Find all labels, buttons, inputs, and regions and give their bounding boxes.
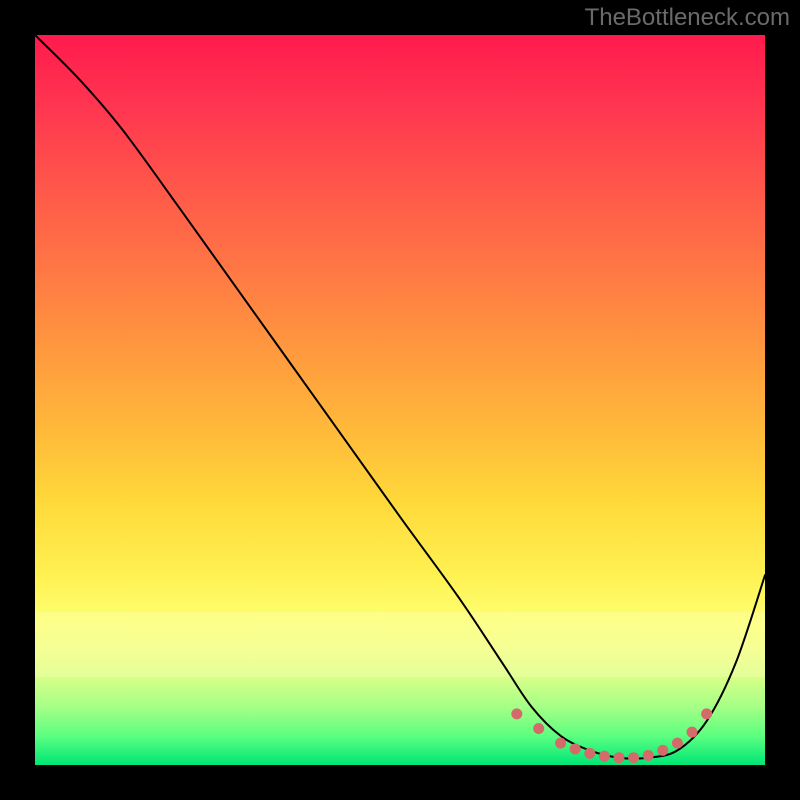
optimal-dot [511,708,522,719]
optimal-dot [701,708,712,719]
optimal-dot [533,723,544,734]
optimal-dot [614,752,625,763]
optimal-dot [599,751,610,762]
chart-plot-area [35,35,765,765]
bottleneck-curve-line [35,35,765,759]
optimal-dot [628,752,639,763]
optimal-dot [672,738,683,749]
optimal-dot [687,727,698,738]
optimal-range-markers [511,708,712,763]
optimal-dot [555,738,566,749]
optimal-dot [584,748,595,759]
optimal-dot [643,750,654,761]
watermark-text: TheBottleneck.com [585,4,790,32]
chart-svg-layer [35,35,765,765]
optimal-dot [657,745,668,756]
optimal-dot [570,743,581,754]
chart-outer-frame: TheBottleneck.com [0,0,800,800]
